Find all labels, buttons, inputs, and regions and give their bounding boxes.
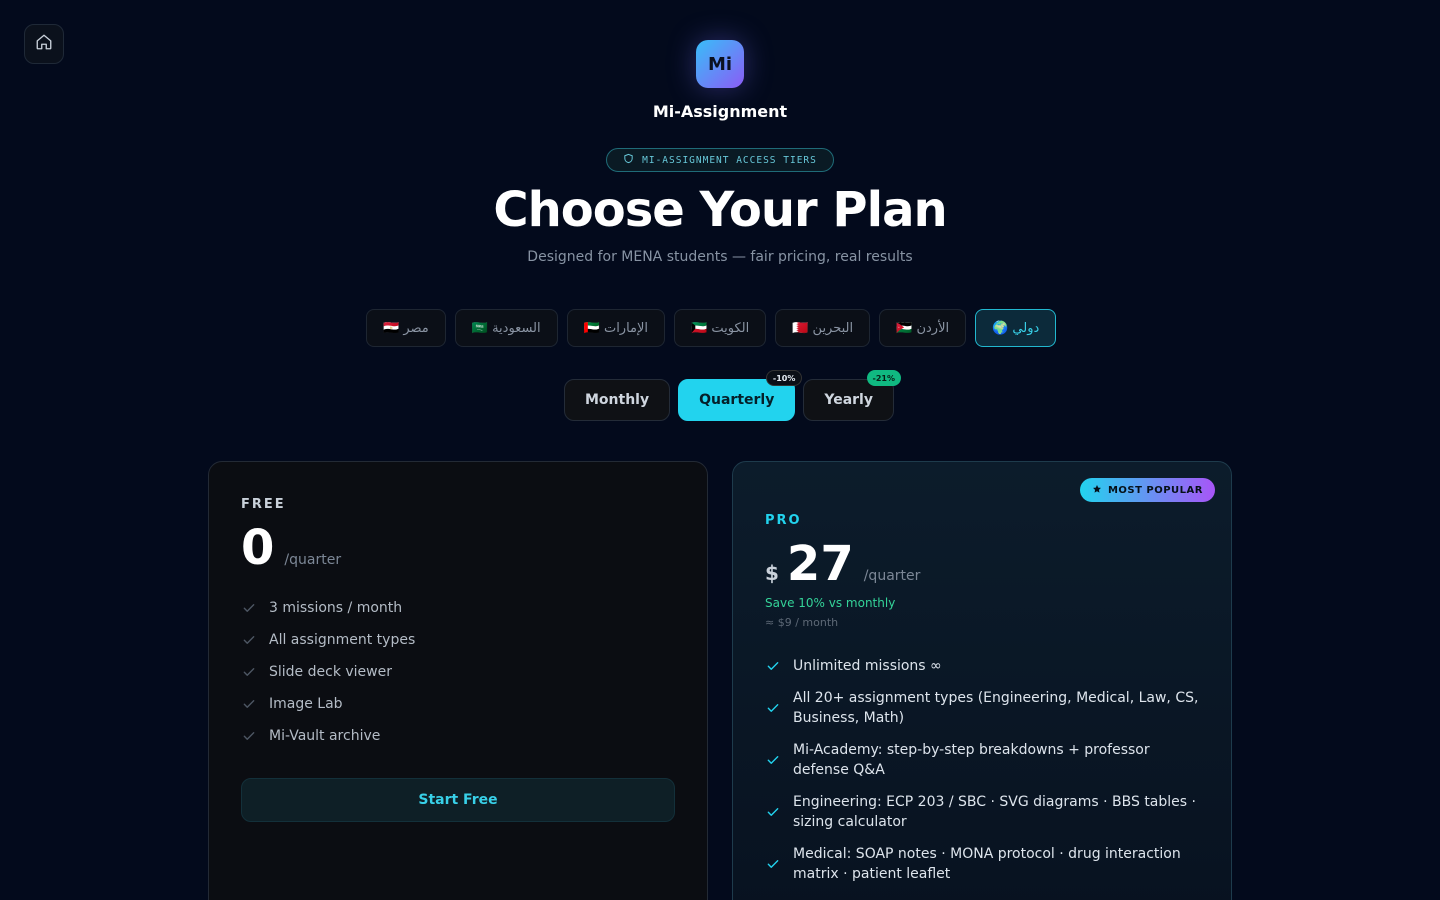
feature-item: Engineering: ECP 203 / SBC · SVG diagram… <box>765 792 1199 832</box>
check-icon <box>765 856 781 872</box>
pro-plan-card: MOST POPULAR PRO $ 27 /quarter Save 10% … <box>732 461 1232 900</box>
country-egypt-button[interactable]: 🇪🇬 مصر <box>366 309 446 347</box>
check-icon <box>241 632 257 648</box>
feature-item: Slide deck viewer <box>241 662 675 682</box>
discount-badge: -10% <box>765 370 803 386</box>
star-icon <box>1092 484 1102 497</box>
feature-list: Unlimited missions ∞ All 20+ assignment … <box>765 656 1199 896</box>
country-selector: 🇪🇬 مصر 🇸🇦 السعودية 🇦🇪 الإمارات 🇰🇼 الكويت… <box>366 309 1057 347</box>
price-currency: $ <box>765 561 779 585</box>
feature-item: Image Lab <box>241 694 675 714</box>
feature-item: Mi-Vault archive <box>241 726 675 746</box>
price-row: 0 /quarter <box>241 524 341 572</box>
feature-item: All assignment types <box>241 630 675 650</box>
price-amount: 27 <box>786 536 854 592</box>
page-title: Choose Your Plan <box>493 182 947 238</box>
check-icon <box>765 658 781 674</box>
price-period: /quarter <box>284 552 342 568</box>
most-popular-label: MOST POPULAR <box>1107 484 1203 496</box>
price-amount: 0 <box>241 520 275 576</box>
feature-list: 3 missions / month All assignment types … <box>241 598 675 758</box>
feature-item: All 20+ assignment types (Engineering, M… <box>765 688 1199 728</box>
check-icon <box>241 664 257 680</box>
feature-item: Medical: SOAP notes · MONA protocol · dr… <box>765 844 1199 884</box>
country-uae-button[interactable]: 🇦🇪 الإمارات <box>566 309 666 347</box>
most-popular-badge: MOST POPULAR <box>1079 478 1215 502</box>
feature-text: Medical: SOAP notes · MONA protocol · dr… <box>793 846 1181 882</box>
price-row: $ 27 /quarter <box>765 540 920 588</box>
period-label: Yearly <box>824 392 873 408</box>
feature-item: Unlimited missions ∞ <box>765 656 1199 676</box>
check-icon <box>765 752 781 768</box>
feature-text: Slide deck viewer <box>269 664 392 680</box>
feature-text: Mi-Academy: step-by-step breakdowns + pr… <box>793 742 1150 778</box>
brand-header: Mi Mi-Assignment <box>0 40 1440 121</box>
price-period: /quarter <box>863 568 921 584</box>
free-plan-card: FREE 0 /quarter 3 missions / month All a… <box>208 461 708 900</box>
plan-name: FREE <box>241 497 286 512</box>
feature-text: All 20+ assignment types (Engineering, M… <box>793 690 1199 726</box>
feature-text: Engineering: ECP 203 / SBC · SVG diagram… <box>793 794 1196 830</box>
period-label: Quarterly <box>699 392 775 408</box>
check-icon <box>241 600 257 616</box>
feature-item: Mi-Academy: step-by-step breakdowns + pr… <box>765 740 1199 780</box>
country-jordan-button[interactable]: 🇯🇴 الأردن <box>879 309 967 347</box>
check-icon <box>241 728 257 744</box>
feature-text: Image Lab <box>269 696 343 712</box>
feature-text: 3 missions / month <box>269 600 403 616</box>
period-quarterly-button[interactable]: Quarterly -10% <box>678 370 803 421</box>
feature-text: Mi-Vault archive <box>269 728 381 744</box>
country-international-button[interactable]: 🌍 دولي <box>975 309 1057 347</box>
shield-icon <box>623 153 634 167</box>
country-saudi-button[interactable]: 🇸🇦 السعودية <box>454 309 558 347</box>
check-icon <box>241 696 257 712</box>
check-icon <box>765 804 781 820</box>
brand-logo: Mi <box>696 40 744 88</box>
savings-note: Save 10% vs monthly <box>765 596 896 610</box>
feature-text: Unlimited missions ∞ <box>793 658 942 674</box>
country-kuwait-button[interactable]: 🇰🇼 الكويت <box>674 309 767 347</box>
feature-item: 3 missions / month <box>241 598 675 618</box>
start-free-button[interactable]: Start Free <box>241 778 675 822</box>
period-monthly-button[interactable]: Monthly <box>564 379 671 421</box>
access-tiers-label: MI-ASSIGNMENT ACCESS TIERS <box>642 154 817 166</box>
brand-name: Mi-Assignment <box>652 102 788 121</box>
billing-period-toggle: Monthly Quarterly -10% Yearly -21% <box>564 370 901 421</box>
pricing-page: Mi Mi-Assignment MI-ASSIGNMENT ACCESS TI… <box>0 0 1440 900</box>
plan-name: PRO <box>765 513 802 528</box>
check-icon <box>765 700 781 716</box>
period-label: Monthly <box>585 392 650 408</box>
discount-badge: -21% <box>866 370 901 386</box>
access-tiers-badge: MI-ASSIGNMENT ACCESS TIERS <box>606 148 834 172</box>
country-bahrain-button[interactable]: 🇧🇭 البحرين <box>775 309 871 347</box>
monthly-equivalent: ≈ $9 / month <box>765 616 839 629</box>
period-yearly-button[interactable]: Yearly -21% <box>803 370 901 421</box>
page-subtitle: Designed for MENA students — fair pricin… <box>527 249 913 265</box>
feature-text: All assignment types <box>269 632 416 648</box>
